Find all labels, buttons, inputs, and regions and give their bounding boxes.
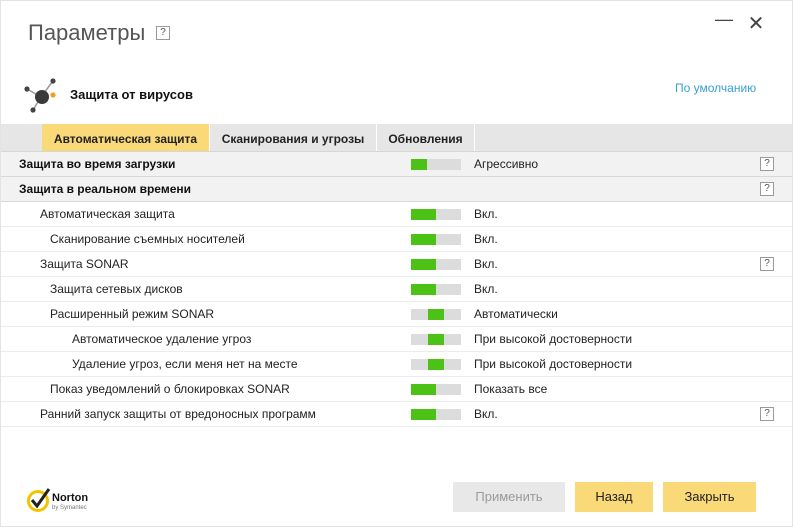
- settings-window: Параметры ? — ✕ Защита от вирусов По умо…: [0, 0, 793, 527]
- row-value: Вкл.: [474, 407, 498, 421]
- row-help-icon[interactable]: ?: [760, 407, 774, 421]
- settings-row-sonar: Защита SONAR Вкл. ?: [1, 252, 792, 277]
- toggle-switch[interactable]: [411, 384, 461, 395]
- tab-bar: Автоматическая защита Сканирования и угр…: [1, 124, 792, 152]
- row-value: Автоматически: [474, 307, 558, 321]
- row-value: Вкл.: [474, 207, 498, 221]
- row-help-icon[interactable]: ?: [760, 182, 774, 196]
- close-window-button[interactable]: ✕: [746, 11, 766, 36]
- close-button[interactable]: Закрыть: [663, 482, 756, 512]
- norton-brand-sub: by Symantec: [52, 505, 87, 511]
- window-title: Параметры: [28, 20, 146, 45]
- settings-row-network-drives: Защита сетевых дисков Вкл.: [1, 277, 792, 302]
- row-label: Ранний запуск защиты от вредоносных прог…: [40, 407, 316, 421]
- settings-row-sonar-advanced: Расширенный режим SONAR Автоматически: [1, 302, 792, 327]
- mode-slider[interactable]: [411, 334, 461, 345]
- norton-brand-name: Norton: [52, 492, 89, 504]
- row-value: Вкл.: [474, 257, 498, 271]
- tab-auto-protect[interactable]: Автоматическая защита: [42, 124, 210, 151]
- settings-row-auto-remove-threats: Автоматическое удаление угроз При высоко…: [1, 327, 792, 352]
- row-label: Расширенный режим SONAR: [50, 307, 215, 321]
- toggle-switch[interactable]: [411, 209, 461, 220]
- row-help-icon[interactable]: ?: [760, 257, 774, 271]
- row-label: Сканирование съемных носителей: [50, 232, 245, 246]
- row-label: Защита сетевых дисков: [50, 282, 183, 296]
- atom-network-icon: [24, 78, 56, 113]
- settings-row-remove-when-away: Удаление угроз, если меня нет на месте П…: [1, 352, 792, 377]
- toggle-switch[interactable]: [411, 409, 461, 420]
- row-value: Вкл.: [474, 232, 498, 246]
- settings-row-sonar-block-notifications: Показ уведомлений о блокировках SONAR По…: [1, 377, 792, 402]
- row-value: Вкл.: [474, 282, 498, 296]
- title-help-icon[interactable]: ?: [156, 26, 170, 40]
- settings-row-auto-protect: Автоматическая защита Вкл.: [1, 202, 792, 227]
- norton-checkmark-logo-icon: [27, 488, 51, 512]
- apply-button[interactable]: Применить: [453, 482, 565, 512]
- row-label: Защита в реальном времени: [19, 182, 191, 196]
- settings-row-boot-protection: Защита во время загрузки Агрессивно ?: [1, 152, 792, 177]
- settings-row-early-launch-antimalware: Ранний запуск защиты от вредоносных прог…: [1, 402, 792, 427]
- minimize-button[interactable]: —: [714, 9, 734, 30]
- section-title: Защита от вирусов: [70, 87, 193, 102]
- row-label: Автоматическая защита: [40, 207, 175, 221]
- toggle-switch[interactable]: [411, 259, 461, 270]
- toggle-switch[interactable]: [411, 234, 461, 245]
- back-button[interactable]: Назад: [575, 482, 653, 512]
- tab-updates[interactable]: Обновления: [377, 124, 475, 151]
- row-help-icon[interactable]: ?: [760, 157, 774, 171]
- row-label: Удаление угроз, если меня нет на месте: [72, 357, 298, 371]
- row-value: Агрессивно: [474, 157, 539, 171]
- mode-slider[interactable]: [411, 359, 461, 370]
- mode-slider[interactable]: [411, 309, 461, 320]
- row-value: Показать все: [474, 382, 548, 396]
- row-value: При высокой достоверности: [474, 332, 633, 346]
- settings-row-realtime-header: Защита в реальном времени ?: [1, 177, 792, 202]
- row-label: Автоматическое удаление угроз: [72, 332, 252, 346]
- tab-scans-and-risks[interactable]: Сканирования и угрозы: [210, 124, 377, 151]
- row-label: Защита во время загрузки: [19, 157, 176, 171]
- row-value: При высокой достоверности: [474, 357, 633, 371]
- settings-row-removable-media-scan: Сканирование съемных носителей Вкл.: [1, 227, 792, 252]
- row-label: Показ уведомлений о блокировках SONAR: [50, 382, 290, 396]
- row-label: Защита SONAR: [40, 257, 129, 271]
- restore-defaults-link[interactable]: По умолчанию: [675, 81, 756, 95]
- level-slider[interactable]: [411, 159, 461, 170]
- toggle-switch[interactable]: [411, 284, 461, 295]
